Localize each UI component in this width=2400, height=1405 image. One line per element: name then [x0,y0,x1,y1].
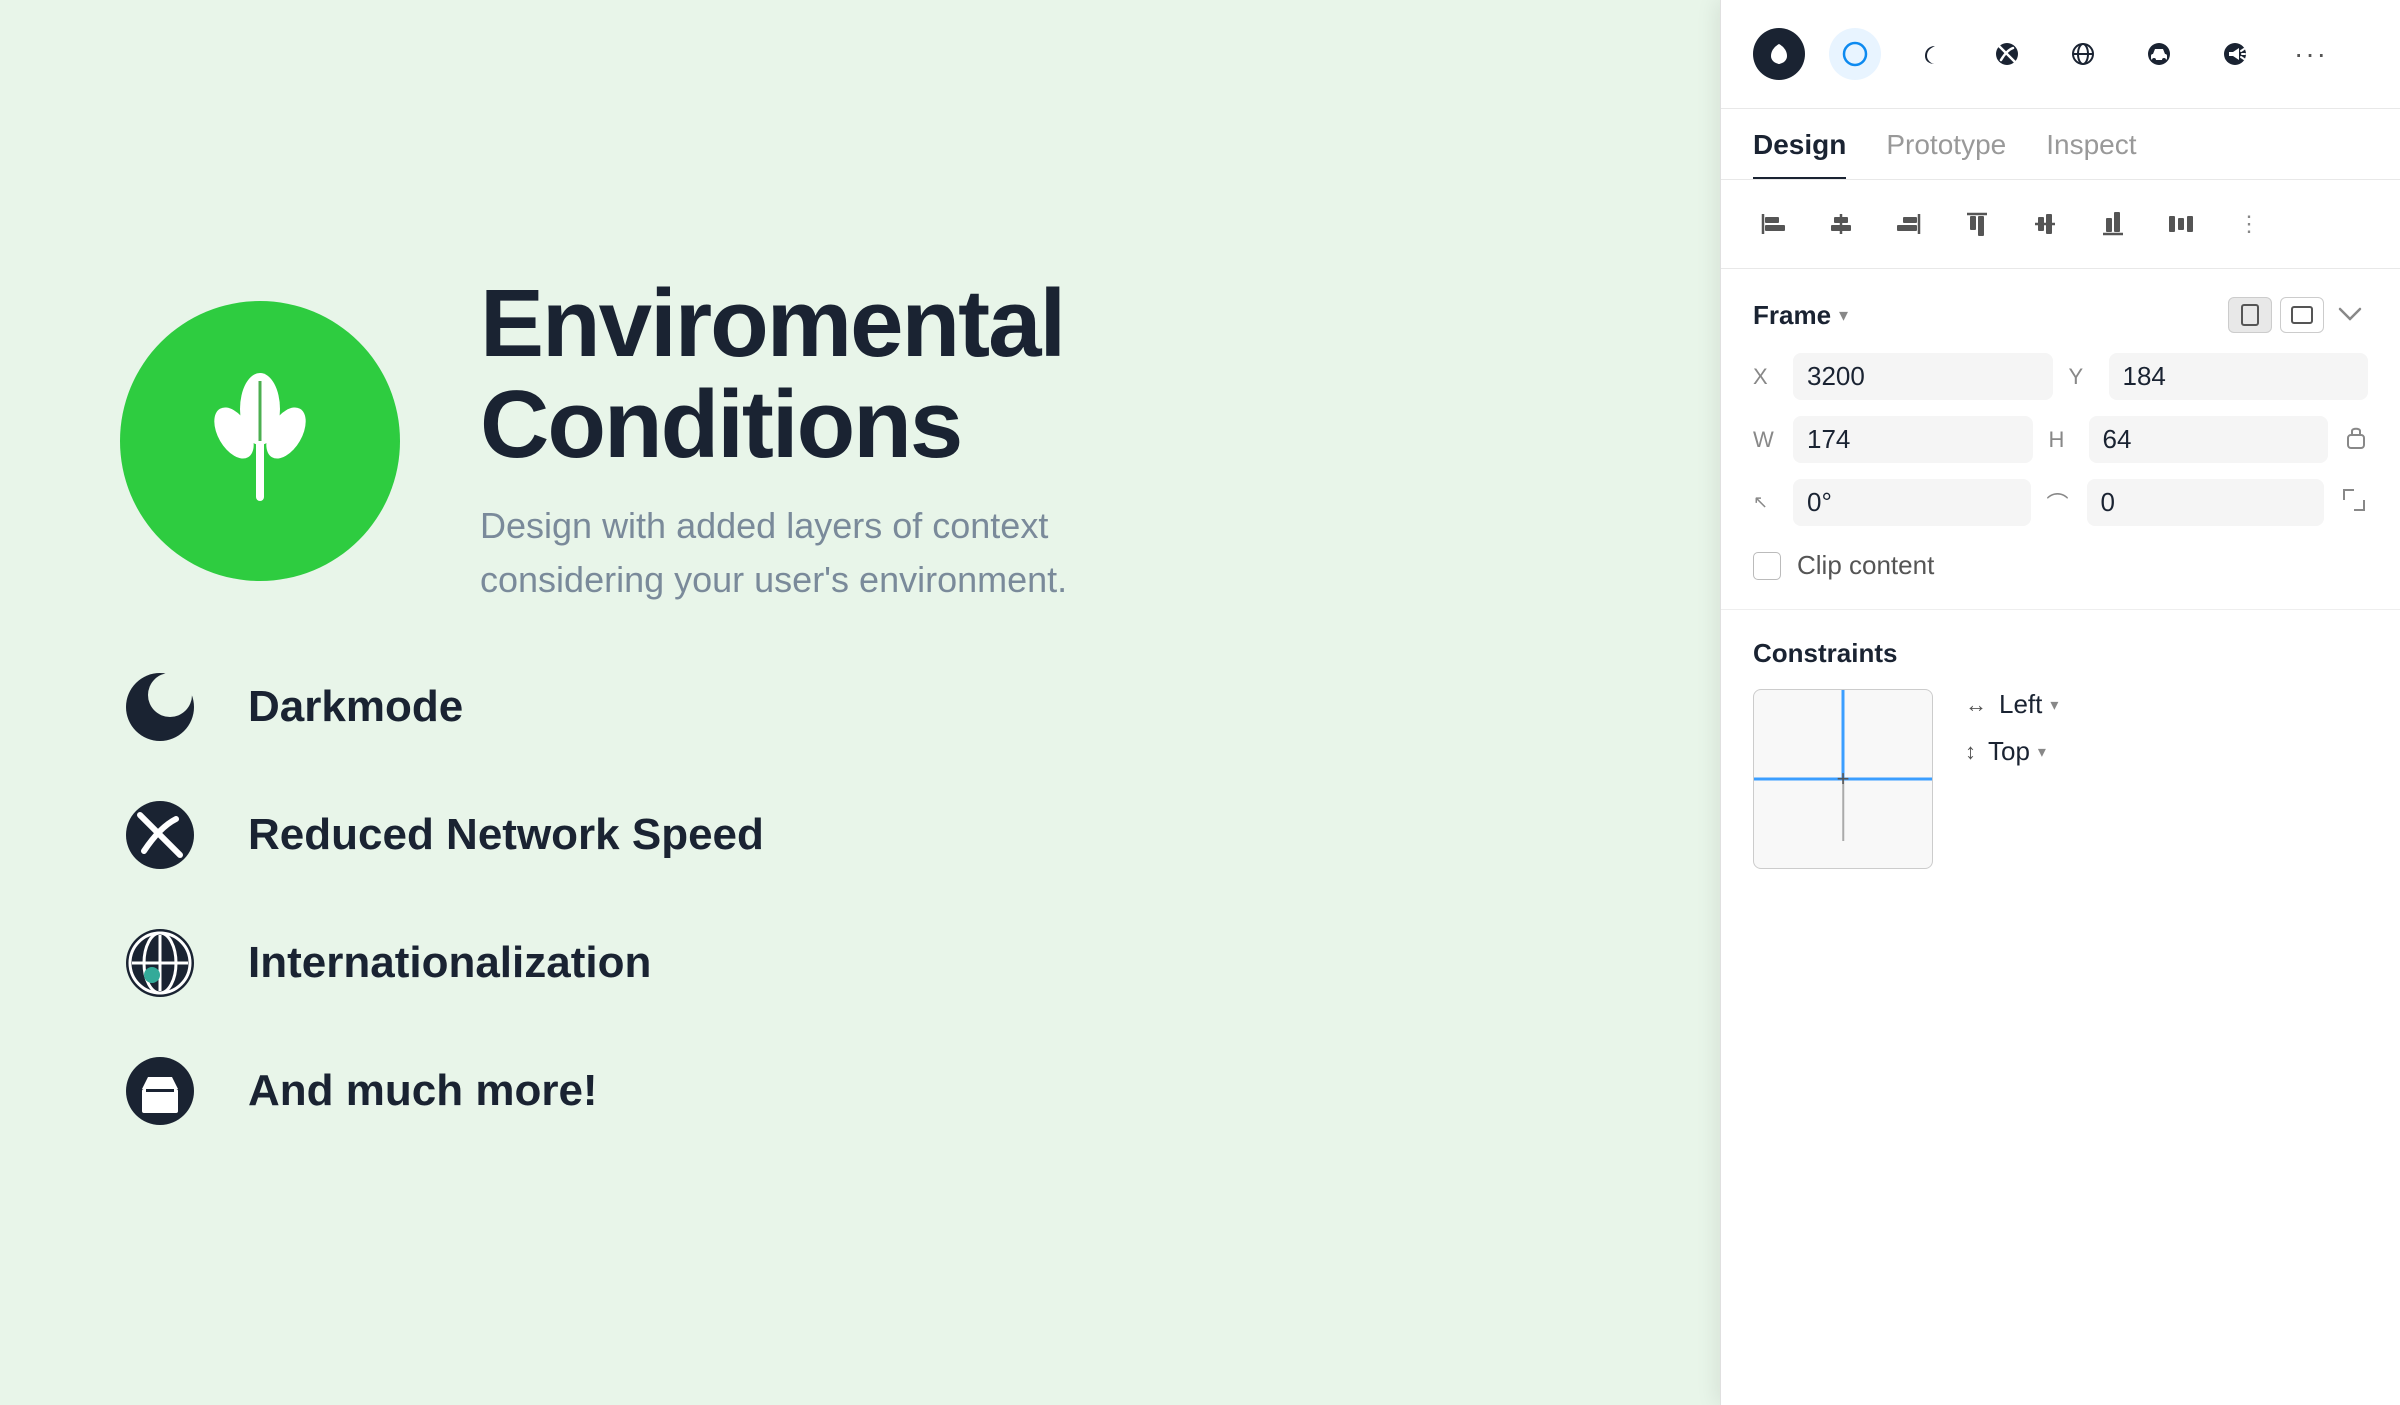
main-content: EnviromentalConditions Design with added… [0,0,1800,1405]
align-left-btn[interactable] [1749,200,1797,248]
constraints-visual: + ↔ Left ▾ ↕ Top ▾ [1753,689,2368,869]
lock-icon[interactable] [2344,423,2368,457]
vertical-constraint-value: Top [1988,736,2030,767]
toolbar-car-icon[interactable] [2133,28,2185,80]
horizontal-constraint-value: Left [1999,689,2042,720]
tab-prototype[interactable]: Prototype [1886,129,2006,179]
align-top-btn[interactable] [1953,200,2001,248]
distribute-btn[interactable] [2157,200,2205,248]
tab-inspect[interactable]: Inspect [2046,129,2136,179]
w-field-pair: W 174 [1753,416,2033,463]
collapse-icon[interactable] [2332,297,2368,333]
corner-field-pair: ⌒ 0 [2047,479,2325,526]
h-label: H [2049,427,2081,453]
feature-i18n: Internationalization [120,923,1180,1003]
x-label: X [1753,364,1785,390]
corner-value[interactable]: 0 [2087,479,2325,526]
rotation-field-pair: ↖ 0° [1753,479,2031,526]
toolbar-leaf-icon[interactable] [1753,28,1805,80]
toolbar-globe-icon[interactable] [2057,28,2109,80]
logo-circle [120,301,400,581]
panel-toolbar: ··· [1721,0,2400,109]
frame-section: Frame ▾ [1721,269,2400,610]
hero-top: EnviromentalConditions Design with added… [120,274,1180,608]
toolbar-moon-icon[interactable] [1905,28,1957,80]
frame-section-header: Frame ▾ [1753,297,2368,333]
w-label: W [1753,427,1785,453]
portrait-btn[interactable] [2228,297,2272,333]
feature-more: And much more! [120,1051,1180,1131]
vertical-constraint-row: ↕ Top ▾ [1965,736,2368,767]
y-value[interactable]: 184 [2109,353,2369,400]
panel-tabs: Design Prototype Inspect [1721,109,2400,180]
features-list: Darkmode Reduced Network Speed [120,667,1180,1131]
frame-orient-btns [2228,297,2368,333]
corner-label: ⌒ [2047,487,2079,519]
constraint-plus: + [1837,766,1850,792]
frame-title-row: Frame ▾ [1753,300,1848,331]
align-toolbar: ⋮ [1721,180,2400,269]
constraints-title: Constraints [1753,638,1897,668]
landscape-btn[interactable] [2280,297,2324,333]
clip-content-row: Clip content [1753,542,2368,581]
h-field-pair: H 64 [2049,416,2329,463]
hero-subtitle: Design with added layers of context cons… [480,499,1180,607]
box-icon [120,1051,200,1131]
globe-icon [120,923,200,1003]
corner-expand-icon[interactable] [2340,486,2368,520]
rotation-value[interactable]: 0° [1793,479,2031,526]
constraint-grid: + [1753,689,1933,869]
horizontal-arrow-icon: ↔ [1965,692,1987,718]
align-right-btn[interactable] [1885,200,1933,248]
hero-section: EnviromentalConditions Design with added… [120,274,1180,1132]
x-field-pair: X 3200 [1753,353,2053,400]
toolbar-more-icon[interactable]: ··· [2285,28,2337,80]
clip-content-label: Clip content [1797,550,1934,581]
x-value[interactable]: 3200 [1793,353,2053,400]
toolbar-circle-active-icon[interactable] [1829,28,1881,80]
hero-text: EnviromentalConditions Design with added… [480,274,1180,608]
w-value[interactable]: 174 [1793,416,2033,463]
moon-icon [120,667,200,747]
i18n-label: Internationalization [248,938,651,988]
more-label: And much more! [248,1066,598,1116]
design-panel: ··· Design Prototype Inspect [1720,0,2400,1405]
align-bottom-btn[interactable] [2089,200,2137,248]
horizontal-constraint-dropdown[interactable]: Left ▾ [1999,689,2058,720]
plant-logo-icon [180,361,340,521]
wh-row: W 174 H 64 [1753,416,2368,463]
frame-section-title: Frame [1753,300,1831,331]
hero-title: EnviromentalConditions [480,274,1180,476]
network-label: Reduced Network Speed [248,810,764,860]
constraint-controls: ↔ Left ▾ ↕ Top ▾ [1965,689,2368,767]
darkmode-label: Darkmode [248,682,463,732]
align-center-v-btn[interactable] [1817,200,1865,248]
xy-row: X 3200 Y 184 [1753,353,2368,400]
toolbar-nosignal-icon[interactable] [1981,28,2033,80]
feature-network: Reduced Network Speed [120,795,1180,875]
h-value[interactable]: 64 [2089,416,2329,463]
vertical-constraint-dropdown[interactable]: Top ▾ [1988,736,2046,767]
horizontal-constraint-row: ↔ Left ▾ [1965,689,2368,720]
vertical-chevron-icon: ▾ [2038,742,2046,762]
more-align-btn[interactable]: ⋮ [2225,200,2273,248]
clip-content-checkbox[interactable] [1753,552,1781,580]
rotation-corner-row: ↖ 0° ⌒ 0 [1753,479,2368,526]
toolbar-megaphone-icon[interactable] [2209,28,2261,80]
constraints-section: Constraints + ↔ Left ▾ [1721,610,2400,897]
tab-design[interactable]: Design [1753,129,1846,179]
horizontal-chevron-icon: ▾ [2050,695,2058,715]
panel-body: Frame ▾ [1721,269,2400,1405]
y-field-pair: Y 184 [2069,353,2369,400]
vertical-arrow-icon: ↕ [1965,739,1976,765]
feature-darkmode: Darkmode [120,667,1180,747]
rotation-label: ↖ [1753,492,1785,513]
frame-dropdown-icon[interactable]: ▾ [1839,305,1848,326]
no-signal-icon [120,795,200,875]
align-center-h-btn[interactable] [2021,200,2069,248]
y-label: Y [2069,364,2101,390]
